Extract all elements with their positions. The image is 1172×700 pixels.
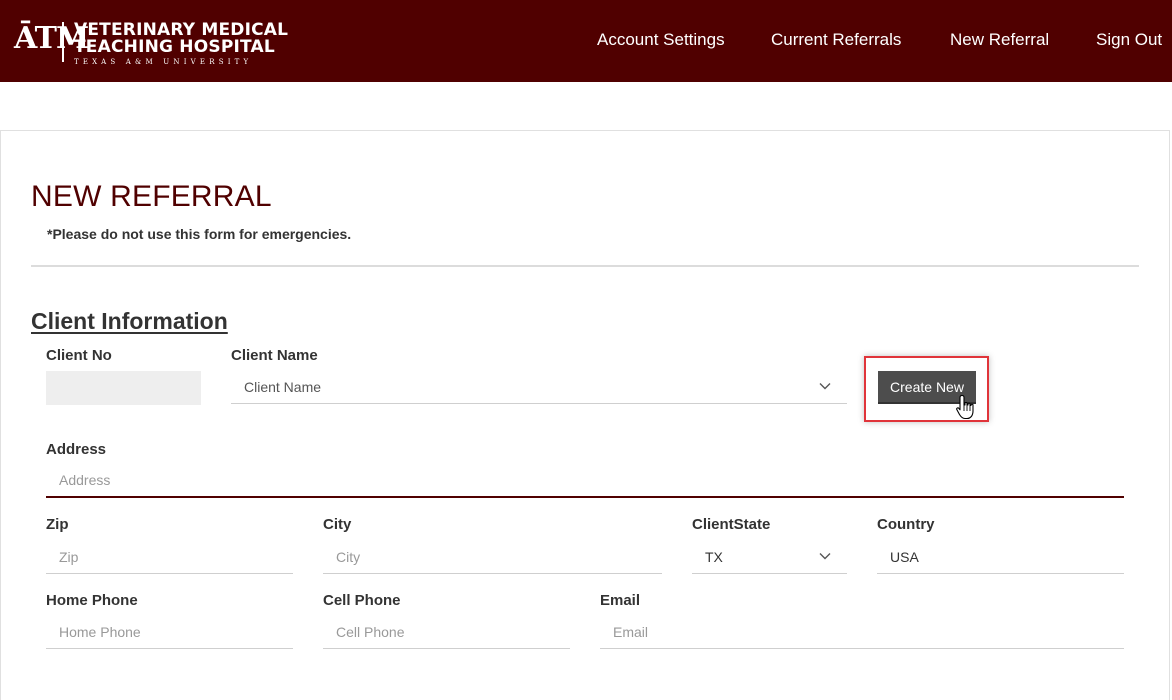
city-label: City: [323, 516, 352, 533]
chevron-down-icon: [819, 383, 831, 390]
vmth-logo[interactable]: ĀTM VETERINARY MEDICAL TEACHING HOSPITAL…: [14, 21, 288, 67]
zip-input[interactable]: Zip: [46, 540, 293, 574]
hand-pointer-cursor-icon: [956, 394, 974, 420]
section-divider: [31, 265, 1139, 267]
emergency-warning: *Please do not use this form for emergen…: [47, 226, 352, 242]
cell-phone-input[interactable]: Cell Phone: [323, 615, 570, 649]
client-state-value: TX: [705, 548, 723, 565]
email-label: Email: [600, 592, 641, 609]
address-input[interactable]: Address: [46, 464, 1124, 498]
atm-logo-mark: ĀTM: [14, 21, 89, 56]
client-state-select[interactable]: TX: [692, 540, 847, 574]
client-state-label: ClientState: [692, 516, 771, 533]
page-title: NEW REFERRAL: [31, 180, 272, 213]
client-information-heading: Client Information: [31, 308, 228, 334]
zip-label: Zip: [46, 516, 69, 533]
nav-new-referral[interactable]: New Referral: [950, 30, 1049, 50]
client-name-select[interactable]: Client Name: [231, 370, 847, 404]
home-phone-label: Home Phone: [46, 592, 138, 609]
logo-line-3: TEXAS A&M UNIVERSITY: [74, 58, 253, 66]
chevron-down-icon: [819, 553, 831, 560]
cell-phone-label: Cell Phone: [323, 592, 401, 609]
client-no-label: Client No: [46, 347, 112, 364]
client-name-label: Client Name: [231, 347, 318, 364]
client-name-placeholder: Client Name: [244, 378, 322, 395]
nav-account-settings[interactable]: Account Settings: [597, 30, 725, 50]
address-label: Address: [46, 441, 107, 458]
client-no-field: [46, 371, 201, 405]
home-phone-input[interactable]: Home Phone: [46, 615, 293, 649]
logo-divider: [62, 22, 64, 62]
logo-wordmark: VETERINARY MEDICAL TEACHING HOSPITAL TEX…: [74, 22, 288, 67]
city-input[interactable]: City: [323, 540, 662, 574]
nav-current-referrals[interactable]: Current Referrals: [771, 30, 901, 50]
top-navigation-bar: ĀTM VETERINARY MEDICAL TEACHING HOSPITAL…: [0, 0, 1172, 82]
nav-sign-out[interactable]: Sign Out: [1096, 30, 1162, 50]
email-input[interactable]: Email: [600, 615, 1124, 649]
country-input[interactable]: USA: [877, 540, 1124, 574]
logo-line-2: TEACHING HOSPITAL: [74, 37, 275, 57]
country-label: Country: [877, 516, 935, 533]
